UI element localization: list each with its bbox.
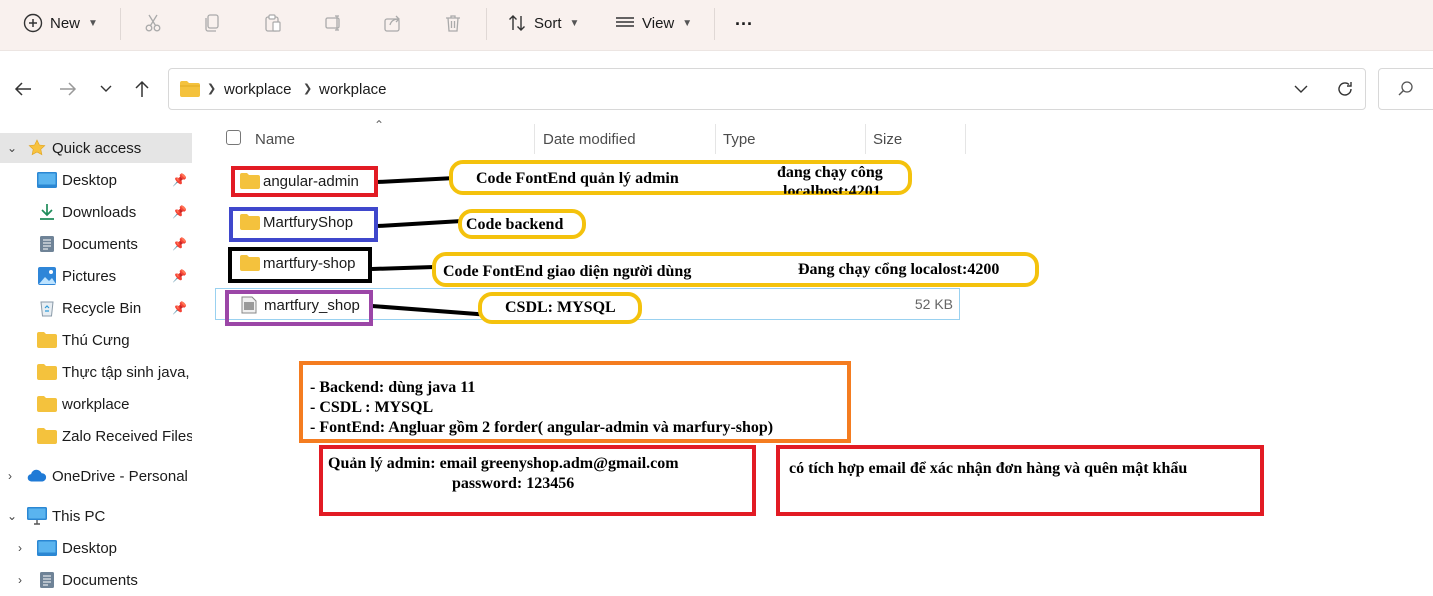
callout-martfury-shop: Code FontEnd giao diện người dùng Đang c… [432,252,1039,287]
summary-box: - Backend: dùng java 11 - CSDL : MYSQL -… [299,361,851,443]
callout-text: Code backend [466,216,564,233]
callout-backend: Code backend [458,209,586,239]
callout-angular-admin: Code FontEnd quản lý admin đang chạy côn… [449,160,912,195]
callout-text: Code FontEnd giao diện người dùng [443,263,692,280]
email-feature-box: có tích hợp email để xác nhận đơn hàng v… [776,445,1264,516]
highlight-box-martfury-sql [225,290,373,326]
admin-email-line: Quản lý admin: email greenyshop.adm@gmai… [328,455,679,472]
highlight-box-martfury-shop [228,247,372,283]
callout-text: đang chạy công [777,164,883,181]
highlight-box-martfuryshop [229,207,378,242]
summary-line: - Backend: dùng java 11 [310,379,476,396]
summary-line: - CSDL : MYSQL [310,399,434,416]
callout-text: Code FontEnd quản lý admin [476,170,679,187]
callout-text: CSDL: MYSQL [505,299,616,316]
admin-credentials-box: Quản lý admin: email greenyshop.adm@gmai… [319,445,756,516]
callout-text: Đang chạy cổng localost:4200 [798,261,1000,278]
admin-password-line: password: 123456 [452,475,575,492]
callout-database: CSDL: MYSQL [478,292,642,324]
summary-line: - FontEnd: Angluar gồm 2 forder( angular… [310,419,774,436]
email-feature-text: có tích hợp email để xác nhận đơn hàng v… [789,460,1188,477]
highlight-box-angular-admin [231,166,378,197]
